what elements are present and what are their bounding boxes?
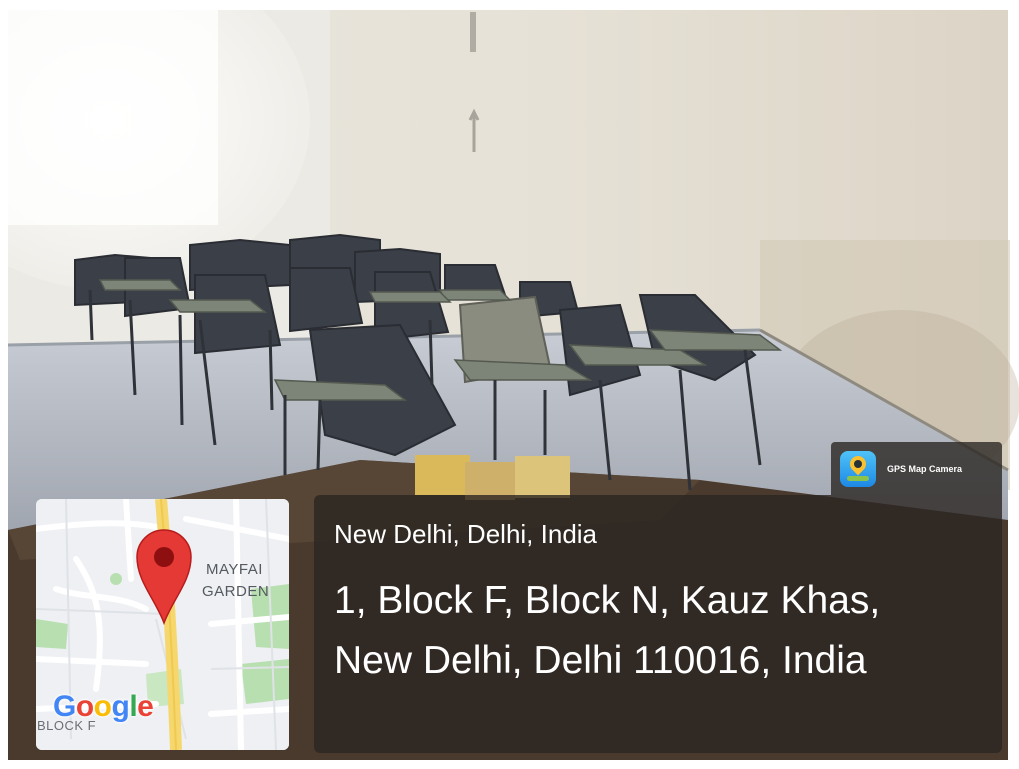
google-logo-letter: o	[75, 690, 94, 723]
google-logo-letter: g	[111, 690, 130, 723]
google-logo-letter: l	[129, 690, 138, 723]
badge-app-name: GPS Map Camera	[887, 463, 963, 474]
gps-map-camera-app-icon	[840, 450, 876, 487]
google-logo-letter: e	[137, 690, 154, 723]
address-line-2: New Delhi, Delhi 110016, India	[334, 639, 867, 682]
google-logo: Google	[53, 690, 154, 724]
map-pin-icon	[136, 529, 192, 625]
map-label-garden: GARDEN	[202, 583, 270, 600]
gps-map-camera-badge: GPS Map Camera	[831, 442, 1002, 495]
location-title: New Delhi, Delhi, India	[334, 519, 598, 549]
map-thumbnail: MAYFAI GARDEN BLOCK F Google	[36, 499, 289, 750]
location-info-panel: New Delhi, Delhi, India 1, Block F, Bloc…	[314, 495, 1002, 753]
map-label-mayfair: MAYFAI	[206, 561, 263, 578]
google-logo-letter: G	[53, 690, 76, 723]
address-line-1: 1, Block F, Block N, Kauz Khas,	[334, 579, 881, 622]
google-logo-letter: o	[93, 690, 112, 723]
photo-frame: GPS Map Camera New Delhi, Delhi, India 1…	[0, 0, 1019, 769]
